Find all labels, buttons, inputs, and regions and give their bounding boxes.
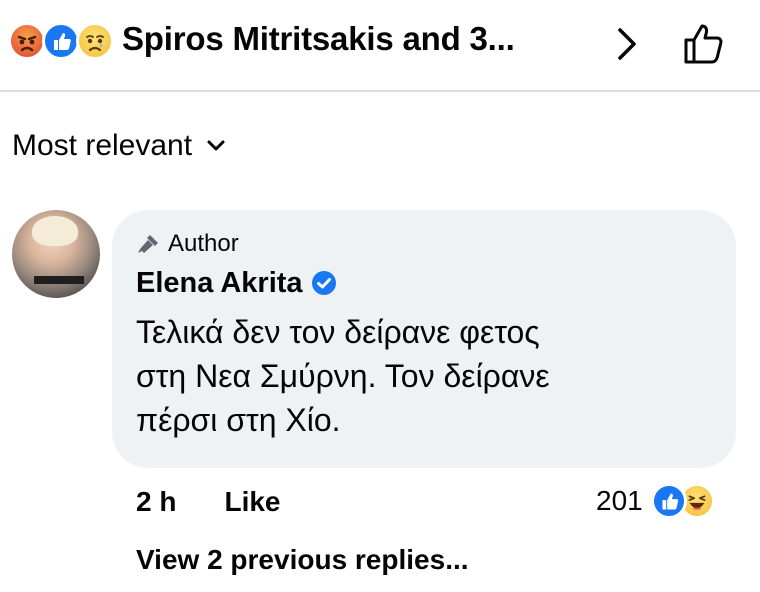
angry-reaction-icon	[8, 22, 46, 60]
comment-timestamp[interactable]: 2 h	[136, 486, 176, 518]
like-reaction-icon	[42, 22, 80, 60]
comment-line: πέρσι στη Χίο.	[136, 402, 341, 438]
avatar-hair	[32, 216, 78, 246]
comment-line: Τελικά δεν τον δείρανε φετος	[136, 314, 540, 350]
microphone-icon	[138, 235, 158, 253]
reaction-summary[interactable]	[8, 22, 120, 62]
like-button-icon[interactable]	[680, 18, 730, 68]
reactions-header: Spiros Mitritsakis and 3...	[0, 0, 760, 92]
comment-line: στη Νεα Σμύρνη. Τον δείρανε	[136, 358, 550, 394]
comment-text: Τελικά δεν τον δείρανε φετος στη Νεα Σμύ…	[136, 310, 716, 442]
author-badge: Author	[136, 228, 239, 260]
chevron-right-icon[interactable]	[612, 24, 642, 64]
comment-reaction-count[interactable]: 201	[596, 481, 715, 521]
chevron-down-icon	[207, 140, 225, 151]
view-previous-replies-link[interactable]: View 2 previous replies...	[136, 544, 469, 576]
avatar-caption-strip	[34, 276, 84, 284]
reactors-title[interactable]: Spiros Mitritsakis and 3...	[122, 20, 515, 58]
sad-reaction-icon	[76, 22, 114, 60]
like-comment-button[interactable]: Like	[224, 486, 280, 518]
like-reaction-icon	[650, 483, 687, 519]
comment-sort-dropdown[interactable]: Most relevant	[12, 128, 226, 164]
verified-badge-icon	[311, 271, 336, 295]
author-badge-label: Author	[168, 230, 239, 257]
sort-label: Most relevant	[12, 129, 193, 162]
reaction-count: 201	[596, 485, 643, 516]
commenter-name[interactable]: Elena Akrita	[136, 267, 303, 300]
comment-actions: 2 h Like	[136, 482, 281, 522]
commenter-name-row: Elena Akrita	[136, 262, 337, 304]
avatar[interactable]	[12, 210, 100, 298]
